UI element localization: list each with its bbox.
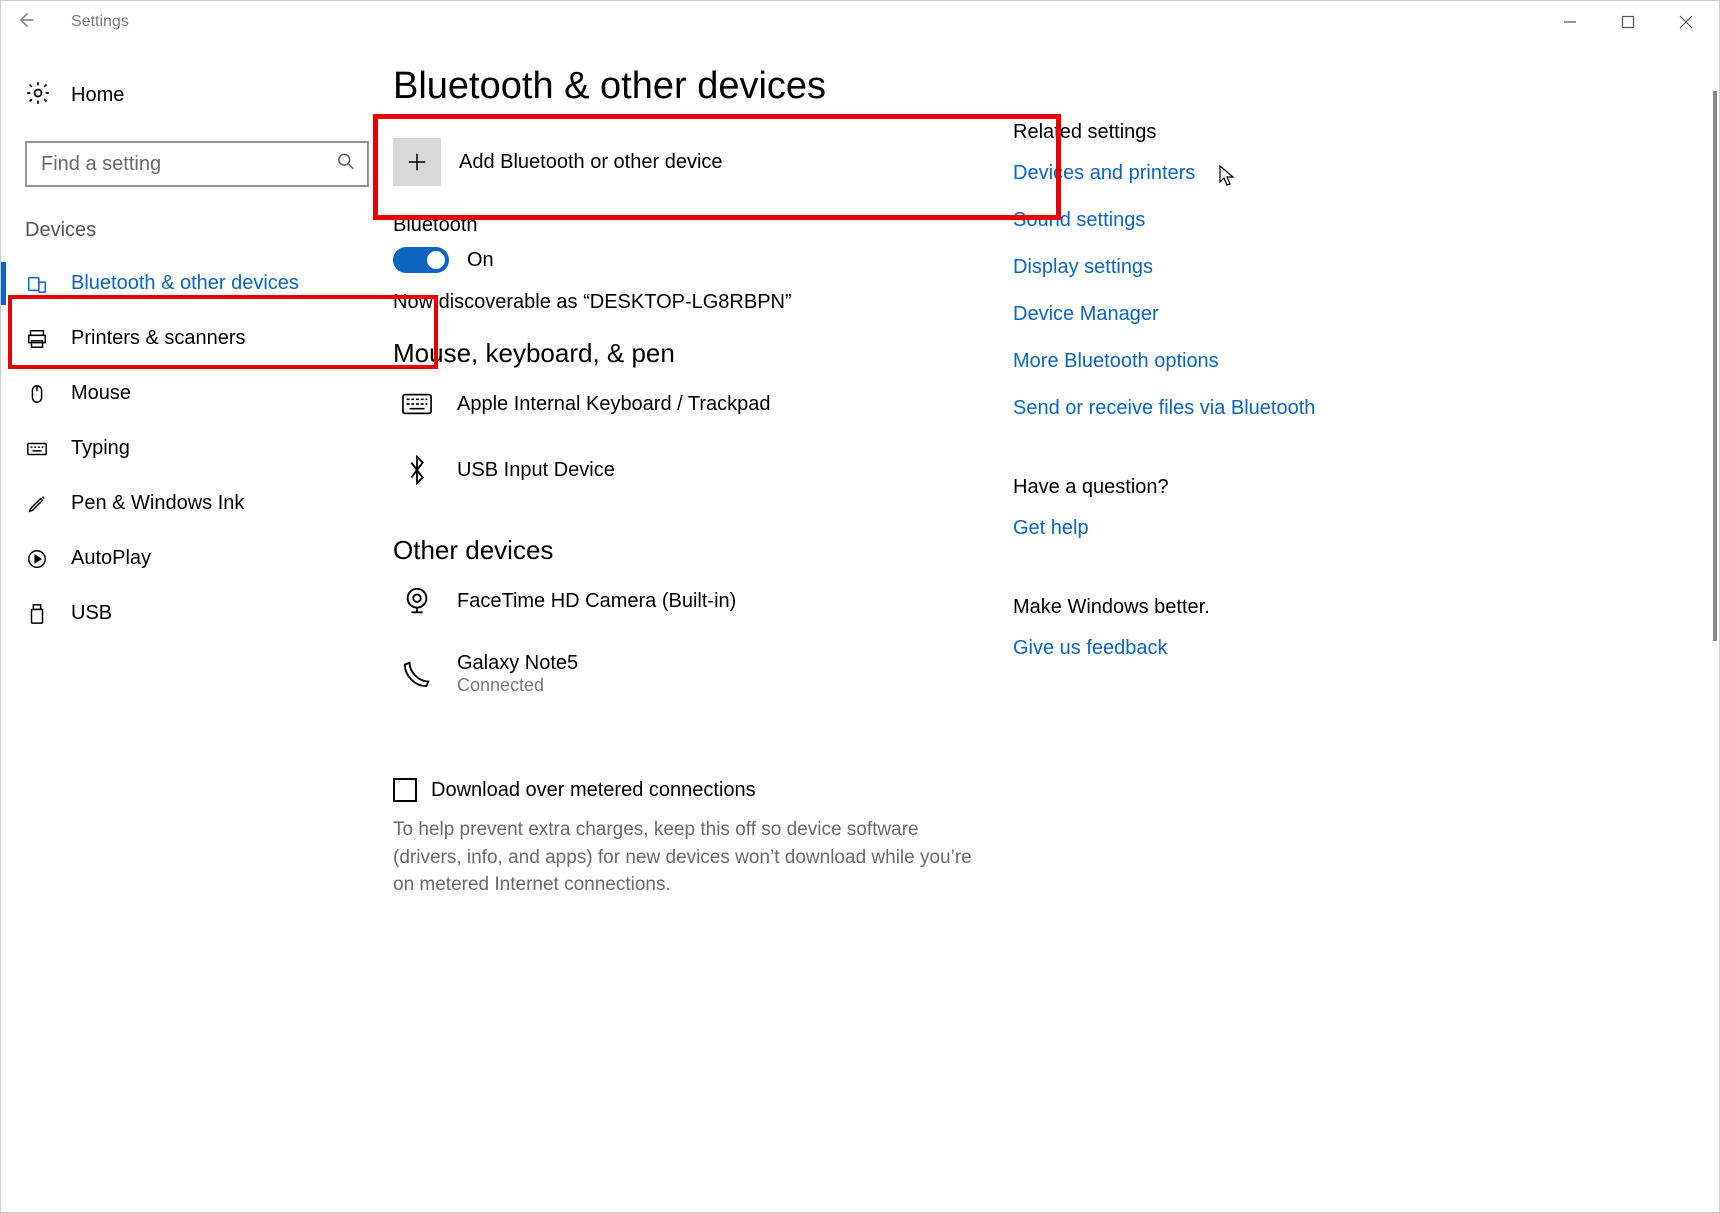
phone-icon: [399, 659, 435, 689]
bluetooth-toggle[interactable]: [393, 247, 449, 273]
sidebar-item-label: Bluetooth & other devices: [71, 272, 299, 295]
plus-icon: [393, 138, 441, 186]
checkbox-icon[interactable]: [393, 778, 417, 802]
link-display-settings[interactable]: Display settings: [1013, 256, 1383, 279]
search-icon: [337, 153, 355, 176]
link-sound-settings[interactable]: Sound settings: [1013, 209, 1383, 232]
link-devices-printers[interactable]: Devices and printers: [1013, 162, 1383, 185]
device-row[interactable]: FaceTime HD Camera (Built-in): [393, 576, 1003, 642]
sidebar-section-label: Devices: [1, 219, 393, 256]
related-settings-head: Related settings: [1013, 121, 1383, 144]
usb-icon: [25, 603, 49, 625]
sidebar-item-label: Printers & scanners: [71, 327, 246, 350]
home-label: Home: [71, 84, 124, 107]
maximize-button[interactable]: [1599, 2, 1657, 42]
device-row[interactable]: Apple Internal Keyboard / Trackpad: [393, 379, 1003, 445]
device-row[interactable]: Galaxy Note5 Connected: [393, 642, 1003, 722]
group-head-mouse-keyboard: Mouse, keyboard, & pen: [393, 338, 1003, 369]
question-head: Have a question?: [1013, 476, 1383, 499]
sidebar-item-label: Typing: [71, 437, 130, 460]
sidebar-item-mouse[interactable]: Mouse: [1, 366, 393, 421]
discoverable-text: Now discoverable as “DESKTOP-LG8RBPN”: [393, 291, 1003, 314]
link-get-help[interactable]: Get help: [1013, 517, 1383, 540]
sidebar-item-pen[interactable]: Pen & Windows Ink: [1, 476, 393, 531]
bluetooth-toggle-label: On: [467, 249, 494, 272]
bluetooth-devices-icon: [25, 273, 49, 295]
pen-icon: [25, 493, 49, 515]
titlebar: Settings: [1, 1, 1719, 43]
add-device-button[interactable]: Add Bluetooth or other device: [393, 132, 1003, 192]
bluetooth-icon: [399, 455, 435, 485]
device-status: Connected: [457, 675, 578, 696]
feedback-head: Make Windows better.: [1013, 596, 1383, 619]
sidebar-item-usb[interactable]: USB: [1, 586, 393, 641]
search-input[interactable]: [25, 141, 369, 187]
page-title: Bluetooth & other devices: [393, 65, 1003, 108]
device-name: FaceTime HD Camera (Built-in): [457, 590, 736, 613]
device-name: Apple Internal Keyboard / Trackpad: [457, 393, 771, 416]
sidebar-item-printers[interactable]: Printers & scanners: [1, 311, 393, 366]
sidebar-item-label: AutoPlay: [71, 547, 151, 570]
autoplay-icon: [25, 548, 49, 570]
mouse-icon: [25, 383, 49, 405]
link-feedback[interactable]: Give us feedback: [1013, 637, 1383, 660]
printer-icon: [25, 328, 49, 350]
metered-help-text: To help prevent extra charges, keep this…: [393, 816, 983, 899]
sidebar-item-label: USB: [71, 602, 112, 625]
sidebar-item-typing[interactable]: Typing: [1, 421, 393, 476]
close-button[interactable]: [1657, 2, 1715, 42]
metered-checkbox-label: Download over metered connections: [431, 779, 756, 802]
keyboard-icon: [399, 389, 435, 419]
keyboard-icon: [25, 438, 49, 460]
gear-icon: [25, 80, 51, 111]
scrollbar[interactable]: [1713, 91, 1717, 641]
sidebar-item-label: Pen & Windows Ink: [71, 492, 244, 515]
window-controls: [1541, 2, 1715, 42]
metered-checkbox-row[interactable]: Download over metered connections: [393, 778, 1003, 802]
device-name: Galaxy Note5: [457, 652, 578, 675]
device-row[interactable]: USB Input Device: [393, 445, 1003, 511]
minimize-button[interactable]: [1541, 2, 1599, 42]
link-more-bluetooth[interactable]: More Bluetooth options: [1013, 350, 1383, 373]
sidebar-item-bluetooth[interactable]: Bluetooth & other devices: [1, 256, 393, 311]
camera-icon: [399, 586, 435, 616]
link-send-receive-bt[interactable]: Send or receive files via Bluetooth: [1013, 397, 1383, 420]
group-head-other: Other devices: [393, 535, 1003, 566]
window-title: Settings: [71, 13, 129, 31]
sidebar-item-autoplay[interactable]: AutoPlay: [1, 531, 393, 586]
right-column: Related settings Devices and printers So…: [1003, 65, 1383, 1212]
bluetooth-heading: Bluetooth: [393, 214, 1003, 237]
link-device-manager[interactable]: Device Manager: [1013, 303, 1383, 326]
device-name: USB Input Device: [457, 459, 615, 482]
home-nav[interactable]: Home: [1, 71, 393, 119]
sidebar: Home Devices Bluetooth & other devices P…: [1, 43, 393, 1212]
back-icon[interactable]: [15, 10, 35, 35]
sidebar-item-label: Mouse: [71, 382, 131, 405]
add-device-label: Add Bluetooth or other device: [459, 151, 723, 174]
